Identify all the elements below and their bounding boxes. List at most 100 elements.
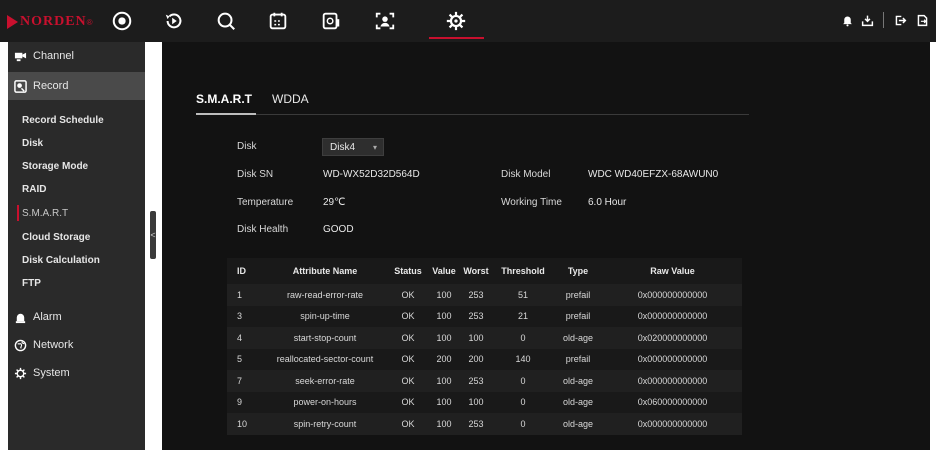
sidebar-collapse-handle[interactable]: < (150, 211, 156, 259)
nav-schedule[interactable] (263, 7, 293, 35)
disk-health-value: GOOD (323, 224, 354, 235)
tab-bar: S.M.A.R.T WDDA (196, 92, 329, 112)
table-row: 7 seek-error-rate OK 100 253 0 old-age 0x000000… (227, 370, 742, 392)
record-icon (13, 79, 27, 93)
table-cell: reallocated-sector-count (263, 348, 387, 370)
temperature-value: 29℃ (323, 197, 346, 208)
table-cell: 10 (227, 413, 263, 435)
main-panel: S.M.A.R.T WDDA Disk Disk4 ▾ Disk SN WD-W… (162, 42, 930, 450)
download-button[interactable] (859, 12, 875, 28)
disk-label: Disk (237, 141, 257, 152)
sidebar-item-label: Record (33, 80, 69, 92)
table-cell: old-age (553, 391, 603, 413)
sidebar-sub-record-schedule[interactable]: Record Schedule (8, 109, 145, 131)
logout-button[interactable] (892, 12, 908, 28)
column-header: Raw Value (603, 258, 742, 284)
table-cell: 0 (493, 370, 553, 392)
table-cell: 253 (459, 305, 493, 327)
sidebar-sub-storage-mode[interactable]: Storage Mode (8, 155, 145, 177)
sidebar: Channel Record Record Schedule Disk Stor… (8, 42, 145, 450)
disk-select[interactable]: Disk4 ▾ (322, 138, 384, 156)
table-cell: 140 (493, 348, 553, 370)
alarm-icon (13, 310, 27, 324)
table-cell: 200 (429, 348, 459, 370)
bell-icon (842, 15, 852, 26)
column-header: Value (429, 258, 459, 284)
disk-health-label: Disk Health (237, 224, 289, 235)
sidebar-sub-disk[interactable]: Disk (8, 132, 145, 154)
sidebar-item-label: Channel (33, 50, 74, 62)
export-icon (917, 14, 927, 26)
gear-icon (446, 11, 466, 31)
table-cell: OK (387, 327, 429, 349)
nav-search[interactable] (211, 7, 241, 35)
column-header: Threshold (493, 258, 553, 284)
tab-wdda[interactable]: WDDA (272, 92, 309, 112)
face-scan-icon (375, 12, 395, 30)
table-cell: start-stop-count (263, 327, 387, 349)
table-cell: 4 (227, 327, 263, 349)
disk-sn-label: Disk SN (237, 169, 274, 180)
sidebar-item-label: Network (33, 339, 74, 351)
table-cell: 0x060000000000 (603, 391, 742, 413)
table-cell: 3 (227, 305, 263, 327)
column-header: Attribute Name (263, 258, 387, 284)
top-bar: NORDEN ® (0, 0, 936, 42)
table-cell: old-age (553, 413, 603, 435)
active-tab-indicator (196, 113, 256, 115)
table-cell: 100 (429, 284, 459, 306)
table-cell: prefail (553, 305, 603, 327)
sidebar-item-alarm[interactable]: Alarm (8, 305, 145, 329)
table-body: 1 raw-read-error-rate OK 100 253 51 prefail 0x0… (227, 284, 742, 435)
sidebar-item-channel[interactable]: Channel (8, 44, 145, 68)
table-cell: 0x000000000000 (603, 305, 742, 327)
table-cell: 0 (493, 413, 553, 435)
sidebar-sub-raid[interactable]: RAID (8, 178, 145, 200)
tab-divider (196, 114, 749, 115)
disk-sn-value: WD-WX52D32D564D (323, 169, 420, 180)
disk-model-label: Disk Model (501, 169, 551, 180)
table-cell: 1 (227, 284, 263, 306)
search-icon (217, 12, 235, 30)
table-cell: 253 (459, 284, 493, 306)
sidebar-item-record[interactable]: Record (8, 72, 145, 100)
table-cell: 100 (429, 305, 459, 327)
table-row: 9 power-on-hours OK 100 100 0 old-age 0x0600000… (227, 391, 742, 413)
table-cell: 100 (429, 370, 459, 392)
export-button[interactable] (914, 12, 930, 28)
table-cell: 0 (493, 327, 553, 349)
table-cell: 100 (429, 327, 459, 349)
table-cell: 253 (459, 413, 493, 435)
notification-button[interactable] (839, 12, 855, 28)
device-icon (322, 12, 340, 30)
table-cell: OK (387, 391, 429, 413)
tab-smart[interactable]: S.M.A.R.T (196, 92, 252, 112)
sidebar-sub-disk-calculation[interactable]: Disk Calculation (8, 249, 145, 271)
table-cell: 100 (429, 391, 459, 413)
sidebar-item-network[interactable]: Network (8, 333, 145, 357)
brand-name: NORDEN (20, 14, 87, 29)
nav-playback[interactable] (159, 7, 189, 35)
nav-face-recognition[interactable] (370, 7, 400, 35)
table-cell: OK (387, 305, 429, 327)
sidebar-item-system[interactable]: System (8, 361, 145, 385)
table-cell: 0x000000000000 (603, 413, 742, 435)
nav-live-view[interactable] (107, 7, 137, 35)
table-cell: prefail (553, 284, 603, 306)
table-cell: spin-retry-count (263, 413, 387, 435)
smart-attributes-table: ID Attribute Name Status Value Worst Thr… (227, 258, 742, 435)
logout-icon (895, 15, 906, 25)
sidebar-sub-smart[interactable]: S.M.A.R.T (8, 202, 145, 224)
table-header-row: ID Attribute Name Status Value Worst Thr… (227, 258, 742, 284)
table-cell: old-age (553, 327, 603, 349)
sidebar-sub-cloud-storage[interactable]: Cloud Storage (8, 226, 145, 248)
nav-settings[interactable] (441, 7, 471, 35)
table-cell: 200 (459, 348, 493, 370)
sidebar-sub-ftp[interactable]: FTP (8, 272, 145, 294)
table-row: 4 start-stop-count OK 100 100 0 old-age 0x02000… (227, 327, 742, 349)
circle-target-icon (112, 11, 132, 31)
nav-device-info[interactable] (316, 7, 346, 35)
column-header: ID (227, 258, 263, 284)
table-cell: 0 (493, 391, 553, 413)
table-cell: OK (387, 413, 429, 435)
